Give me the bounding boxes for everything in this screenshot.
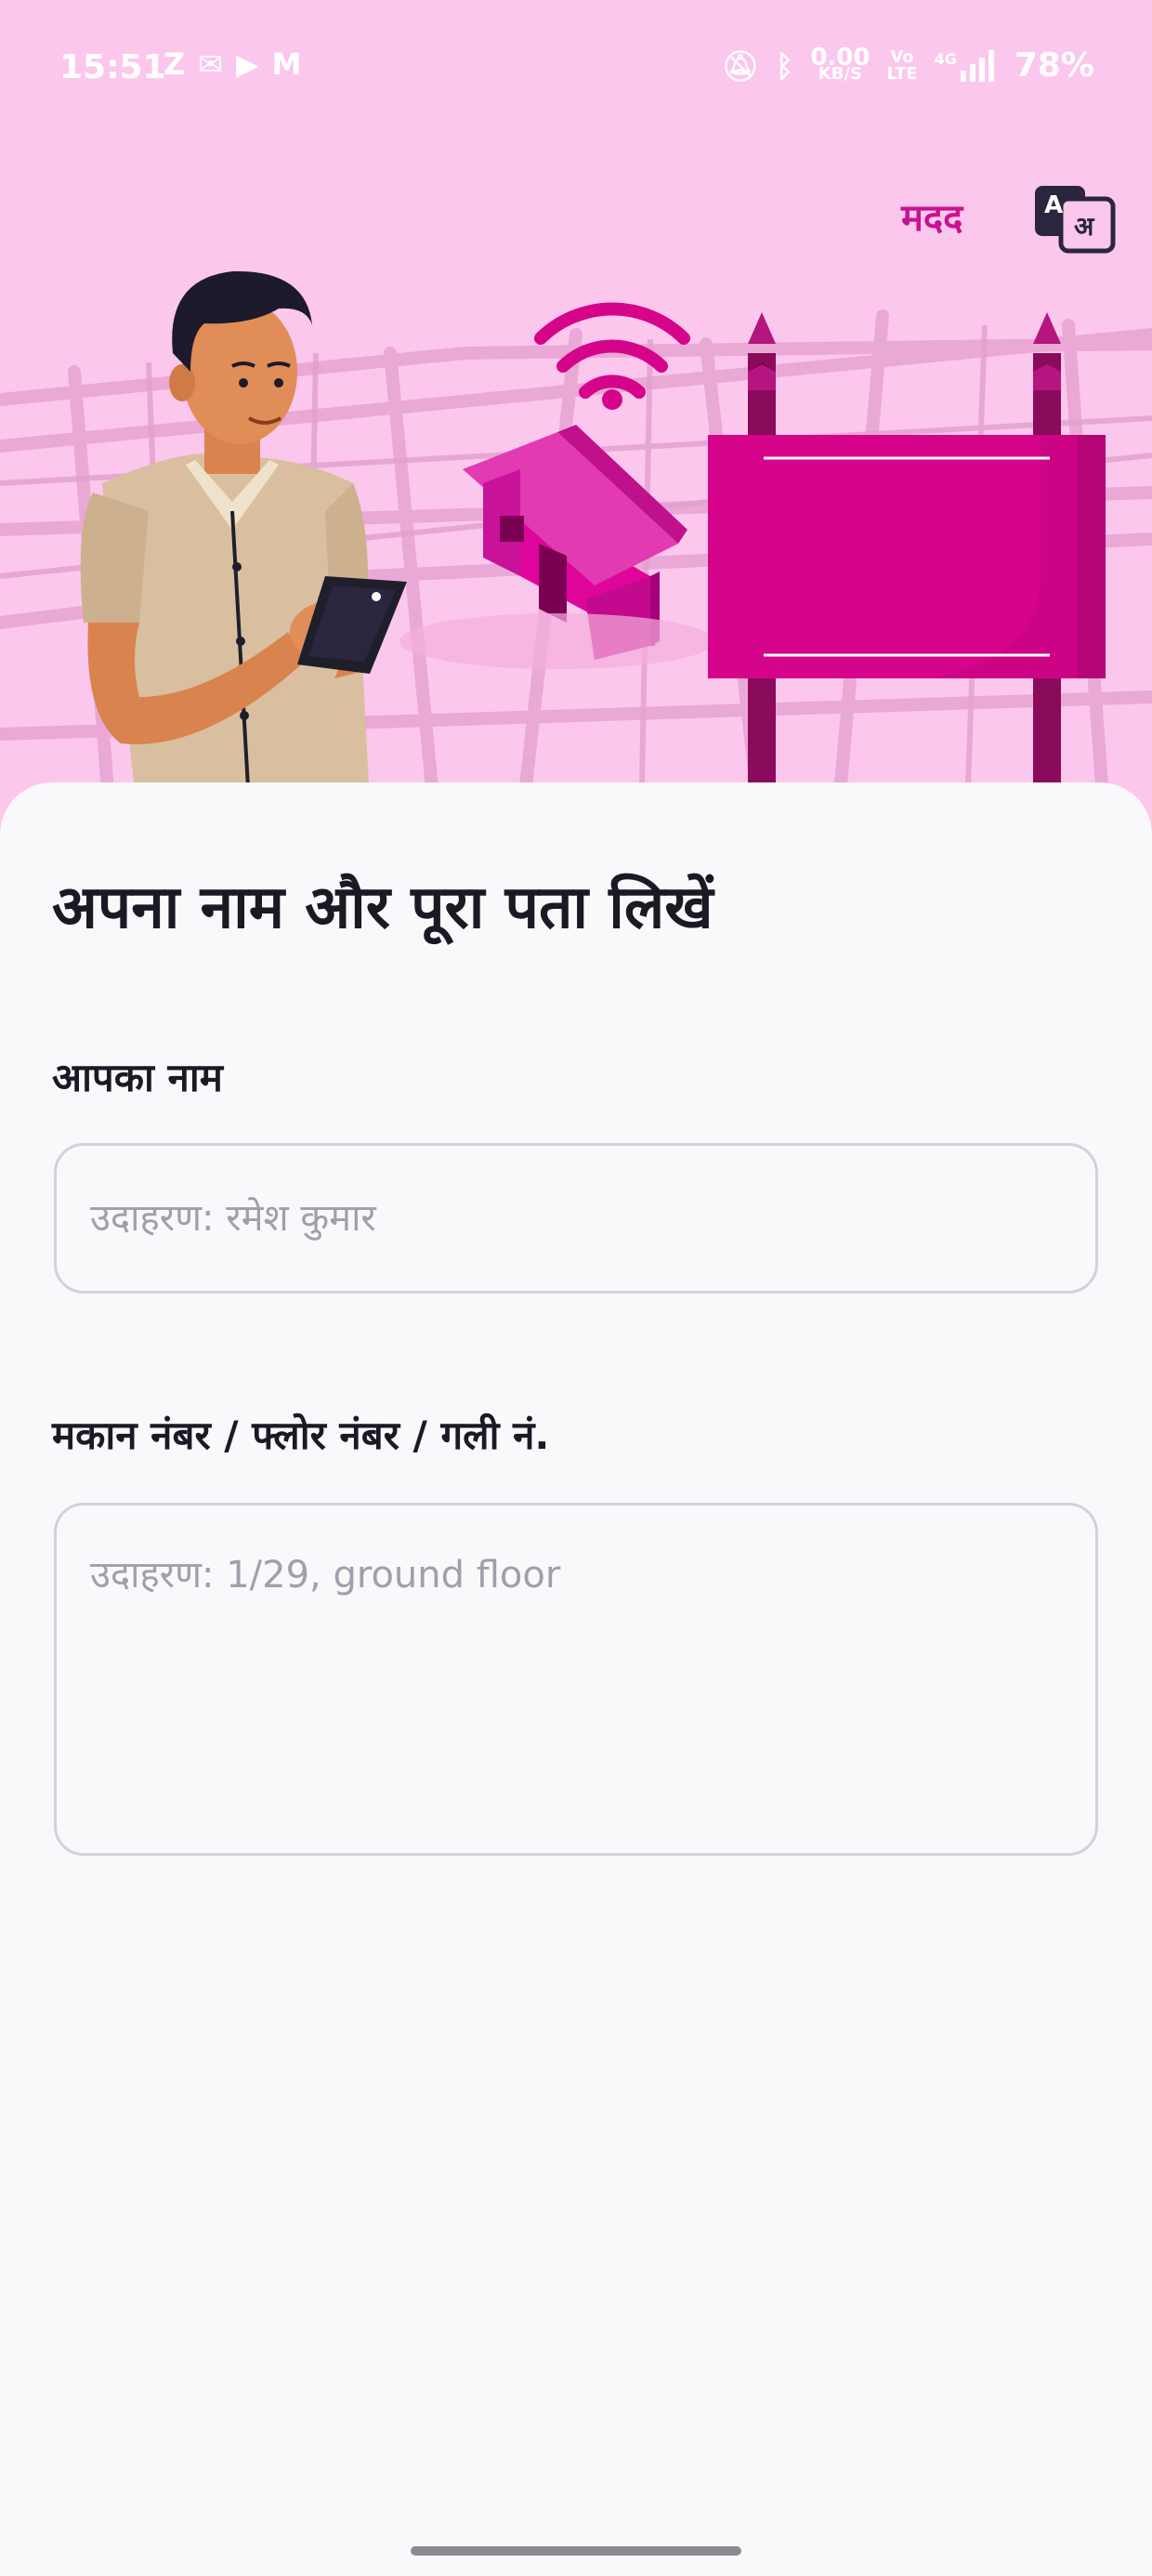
status-app-icons: Z ✉ ▶ M bbox=[164, 46, 301, 82]
network-speed: 0.00 KB/S bbox=[810, 43, 871, 84]
notification-gmail-icon: M bbox=[271, 46, 302, 82]
notification-chat-icon: ✉ bbox=[198, 46, 224, 82]
signal-label: 4G bbox=[934, 49, 957, 68]
signboard-icon bbox=[708, 312, 1106, 836]
person-with-phone-illustration bbox=[80, 270, 407, 836]
hero-banner: 15:51 Z ✉ ▶ M 🔕︎ ᛒ 0.00 KB/S Vo LTE 4G 7… bbox=[0, 0, 1152, 836]
bluetooth-icon: ᛒ bbox=[776, 47, 794, 84]
name-field-label: आपका नाम bbox=[52, 1055, 223, 1100]
address-field-label: मकान नंबर / फ्लोर नंबर / गली नं. bbox=[52, 1413, 550, 1458]
notification-youtube-icon: ▶ bbox=[236, 46, 259, 82]
volte-indicator: Vo LTE bbox=[886, 46, 918, 84]
status-bar: 15:51 Z ✉ ▶ M 🔕︎ ᛒ 0.00 KB/S Vo LTE 4G 7… bbox=[0, 0, 1152, 139]
volte-top: Vo bbox=[890, 46, 914, 67]
name-input[interactable] bbox=[54, 1143, 1098, 1294]
notification-z-icon: Z bbox=[164, 46, 186, 82]
address-illustration bbox=[0, 270, 1152, 836]
home-gesture-bar[interactable] bbox=[411, 2546, 741, 2556]
mute-bell-icon: 🔕︎ bbox=[721, 47, 760, 84]
page-title: अपना नाम और पूरा पता लिखें bbox=[52, 874, 713, 942]
battery-level: 78% bbox=[1014, 46, 1094, 85]
status-system-icons: 🔕︎ ᛒ 0.00 KB/S Vo LTE 4G 78% bbox=[722, 46, 1095, 85]
volte-bottom: LTE bbox=[886, 63, 918, 84]
signal-icon: 4G bbox=[934, 49, 998, 82]
address-input[interactable] bbox=[54, 1503, 1098, 1856]
network-speed-unit: KB/S bbox=[818, 63, 863, 84]
network-speed-value: 0.00 bbox=[810, 43, 871, 72]
status-time: 15:51 bbox=[59, 48, 166, 86]
